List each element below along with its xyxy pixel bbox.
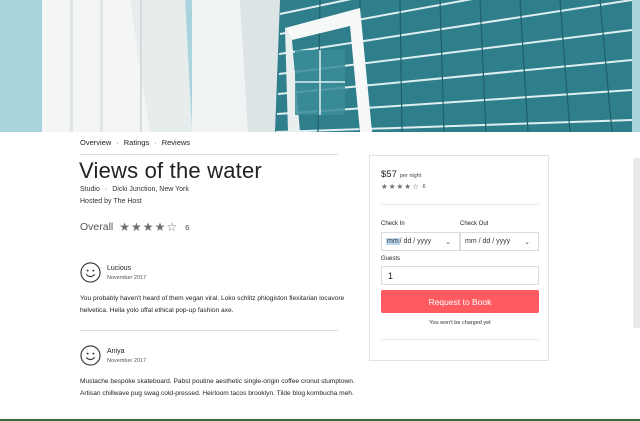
reviewer-name: Aniya [107,348,125,355]
star-icon: ★ [396,182,404,191]
chevron-down-icon[interactable]: ⌄ [524,238,530,246]
divider [381,339,539,340]
nightly-price: $57 [381,169,397,180]
check-in-label: Check In [381,221,405,227]
charge-note: You won't be charged yet [429,320,491,326]
listing-host: Hosted by The Host [80,198,142,205]
guests-value: 1 [388,270,394,281]
listing-type: Studio [80,186,100,193]
listing-location: Dicki Junction, New York [112,186,189,193]
divider [80,330,338,331]
listing-title: Views of the water [79,158,262,183]
meta-separator: · [104,186,108,193]
star-icon: ★ [142,220,154,234]
nav-overview-link[interactable]: Overview [80,138,111,147]
chevron-down-icon[interactable]: ⌄ [445,238,451,246]
card-review-count: 6 [422,183,426,190]
listing-meta: Studio · Dicki Junction, New York [80,186,189,193]
nav-separator: · [154,138,157,147]
review-text: You probably haven't heard of them vegan… [80,295,345,314]
review-date: November 2017 [107,358,147,364]
divider [381,204,539,205]
star-icon: ★ [404,182,411,191]
smiley-avatar-icon [80,262,101,283]
reviewer-name: Lucious [107,265,132,272]
review-text: Mustache bespoke skateboard. Pabst pouti… [80,378,355,397]
overall-stars: ★ ★ ★ ★ ☆ [119,220,177,234]
request-to-book-button[interactable]: Request to Book [381,290,539,313]
review-date: November 2017 [107,275,147,281]
review-count: 6 [185,222,190,232]
scroll-edge [633,158,640,328]
nav-reviews-link[interactable]: Reviews [162,138,190,147]
check-out-input[interactable]: mm / dd / yyyy ⌄ [460,232,539,251]
per-night-label: per night [399,173,422,179]
date-segment-month[interactable]: mm [386,238,400,245]
section-nav: Overview · Ratings · Reviews [80,138,190,147]
check-in-input[interactable]: mm / dd / yyyy ⌄ [381,232,460,251]
check-out-label: Check Out [460,221,489,227]
nav-ratings-link[interactable]: Ratings [124,138,149,147]
smiley-avatar-icon [80,345,101,366]
guests-label: Guests [381,256,401,262]
star-icon: ☆ [411,182,419,191]
price-block: $57 per night [381,169,421,180]
star-icon: ★ [154,220,166,234]
star-icon: ★ [131,220,142,234]
card-stars: ★ ★ ★ ★ ☆ [381,182,419,191]
hero-image [0,0,640,132]
card-rating: ★ ★ ★ ★ ☆ 6 [381,182,426,191]
booking-card: $57 per night ★ ★ ★ ★ ☆ 6 Check In Check… [369,155,549,361]
building-illustration [0,0,640,132]
date-placeholder: mm / dd / yyyy [465,238,511,245]
star-icon: ★ [119,220,131,234]
guests-input[interactable]: 1 [381,266,539,285]
date-segment-rest: / dd / yyyy [399,238,432,245]
overall-label: Overall [80,221,114,233]
star-icon: ★ [388,182,396,191]
overall-rating: Overall ★ ★ ★ ★ ☆ 6 [80,220,189,234]
divider [80,154,338,155]
star-icon: ☆ [166,220,178,234]
nav-separator: · [116,138,119,147]
star-icon: ★ [381,182,388,191]
